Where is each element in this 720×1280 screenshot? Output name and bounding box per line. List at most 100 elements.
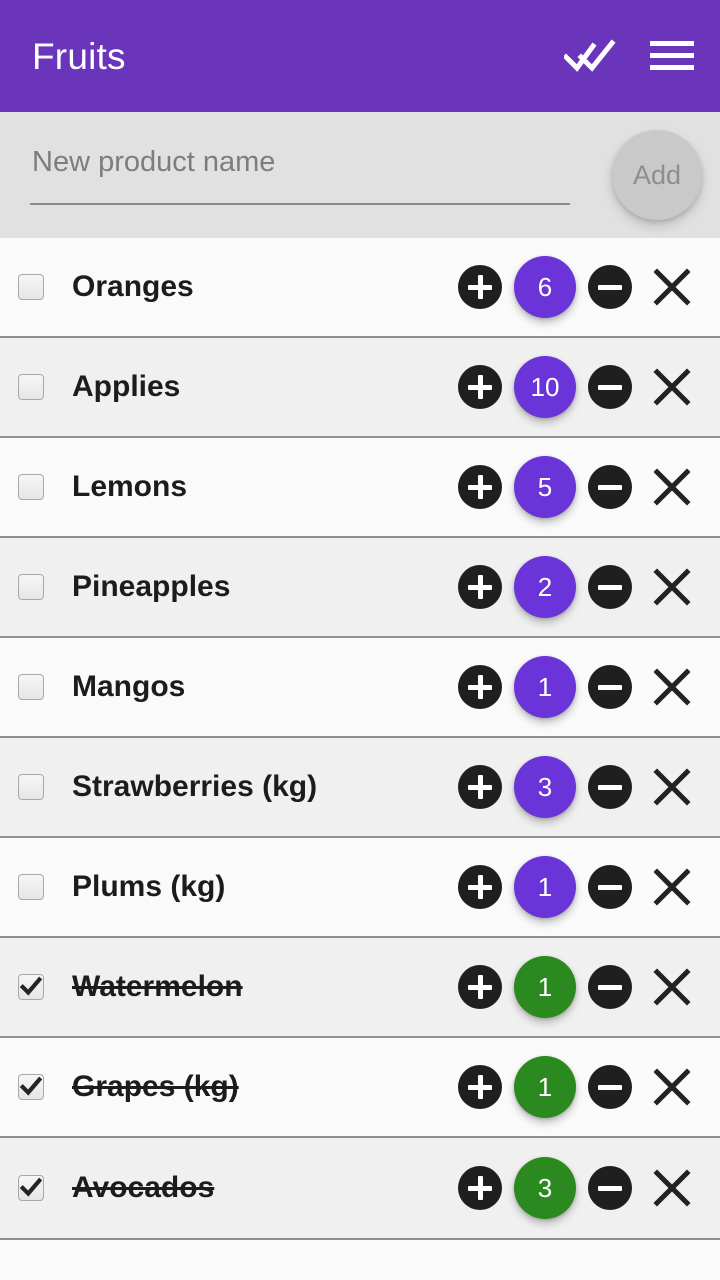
list-item[interactable]: Watermelon 1 (0, 938, 720, 1038)
plus-icon (468, 675, 492, 699)
decrement-button[interactable] (588, 965, 632, 1009)
delete-item-button[interactable] (646, 1061, 698, 1113)
close-x-icon (653, 668, 691, 706)
item-checkbox[interactable] (18, 874, 44, 900)
close-x-icon (653, 768, 691, 806)
item-checkbox[interactable] (18, 1074, 44, 1100)
list-item[interactable]: Oranges 6 (0, 238, 720, 338)
item-count-badge[interactable]: 1 (514, 956, 576, 1018)
decrement-button[interactable] (588, 1166, 632, 1210)
plus-icon (468, 775, 492, 799)
increment-button[interactable] (458, 265, 502, 309)
new-product-name-input[interactable] (30, 145, 570, 195)
item-controls: 1 (458, 656, 698, 718)
item-controls: 10 (458, 356, 698, 418)
item-checkbox[interactable] (18, 474, 44, 500)
decrement-button[interactable] (588, 365, 632, 409)
increment-button[interactable] (458, 365, 502, 409)
plus-icon (468, 375, 492, 399)
increment-button[interactable] (458, 565, 502, 609)
item-controls: 5 (458, 456, 698, 518)
delete-item-button[interactable] (646, 761, 698, 813)
item-checkbox[interactable] (18, 374, 44, 400)
delete-item-button[interactable] (646, 261, 698, 313)
item-name: Mangos (72, 672, 186, 702)
plus-icon (468, 1075, 492, 1099)
page-title: Fruits (32, 35, 126, 77)
close-x-icon (653, 468, 691, 506)
item-checkbox[interactable] (18, 1175, 44, 1201)
minus-icon (598, 1176, 622, 1200)
item-name: Avocados (72, 1173, 215, 1203)
item-checkbox[interactable] (18, 674, 44, 700)
list-item[interactable]: Avocados 3 (0, 1138, 720, 1238)
decrement-button[interactable] (588, 665, 632, 709)
add-product-bar: Add (0, 112, 720, 238)
plus-icon (468, 575, 492, 599)
decrement-button[interactable] (588, 1065, 632, 1109)
item-count-badge[interactable]: 3 (514, 756, 576, 818)
item-count-badge[interactable]: 2 (514, 556, 576, 618)
item-count-badge[interactable]: 6 (514, 256, 576, 318)
item-controls: 3 (458, 756, 698, 818)
item-name: Oranges (72, 272, 194, 302)
minus-icon (598, 675, 622, 699)
item-name: Grapes (kg) (72, 1072, 239, 1102)
delete-item-button[interactable] (646, 561, 698, 613)
item-count-badge[interactable]: 3 (514, 1157, 576, 1219)
increment-button[interactable] (458, 865, 502, 909)
close-x-icon (653, 368, 691, 406)
close-x-icon (653, 968, 691, 1006)
decrement-button[interactable] (588, 765, 632, 809)
increment-button[interactable] (458, 765, 502, 809)
decrement-button[interactable] (588, 565, 632, 609)
list-item[interactable]: Strawberries (kg) 3 (0, 738, 720, 838)
close-x-icon (653, 868, 691, 906)
plus-icon (468, 875, 492, 899)
item-checkbox[interactable] (18, 574, 44, 600)
increment-button[interactable] (458, 965, 502, 1009)
add-product-button[interactable]: Add (612, 130, 702, 220)
hamburger-menu-icon[interactable] (646, 30, 698, 82)
item-count-badge[interactable]: 1 (514, 856, 576, 918)
app-bar-actions (564, 30, 698, 82)
delete-item-button[interactable] (646, 1162, 698, 1214)
input-underline (30, 202, 570, 205)
close-x-icon (653, 568, 691, 606)
plus-icon (468, 975, 492, 999)
delete-item-button[interactable] (646, 961, 698, 1013)
item-controls: 3 (458, 1157, 698, 1219)
decrement-button[interactable] (588, 865, 632, 909)
close-x-icon (653, 268, 691, 306)
delete-item-button[interactable] (646, 861, 698, 913)
delete-item-button[interactable] (646, 461, 698, 513)
item-name: Watermelon (72, 972, 243, 1002)
increment-button[interactable] (458, 1166, 502, 1210)
list-item[interactable]: Grapes (kg) 1 (0, 1038, 720, 1138)
plus-icon (468, 475, 492, 499)
item-checkbox[interactable] (18, 274, 44, 300)
delete-item-button[interactable] (646, 661, 698, 713)
item-count-badge[interactable]: 5 (514, 456, 576, 518)
item-checkbox[interactable] (18, 974, 44, 1000)
list-item[interactable]: Pineapples 2 (0, 538, 720, 638)
item-count-badge[interactable]: 1 (514, 656, 576, 718)
item-count-badge[interactable]: 10 (514, 356, 576, 418)
list-item[interactable]: Lemons 5 (0, 438, 720, 538)
minus-icon (598, 575, 622, 599)
double-check-icon[interactable] (564, 30, 616, 82)
list-item[interactable]: Mangos 1 (0, 638, 720, 738)
decrement-button[interactable] (588, 265, 632, 309)
increment-button[interactable] (458, 1065, 502, 1109)
item-checkbox[interactable] (18, 774, 44, 800)
increment-button[interactable] (458, 665, 502, 709)
decrement-button[interactable] (588, 465, 632, 509)
product-list: Oranges 6 Applies 10 Lemons 5 Pineapples 2 Mango… (0, 238, 720, 1240)
item-count-badge[interactable]: 1 (514, 1056, 576, 1118)
list-item[interactable]: Plums (kg) 1 (0, 838, 720, 938)
delete-item-button[interactable] (646, 361, 698, 413)
item-controls: 6 (458, 256, 698, 318)
list-item[interactable]: Applies 10 (0, 338, 720, 438)
item-name: Strawberries (kg) (72, 772, 318, 802)
increment-button[interactable] (458, 465, 502, 509)
